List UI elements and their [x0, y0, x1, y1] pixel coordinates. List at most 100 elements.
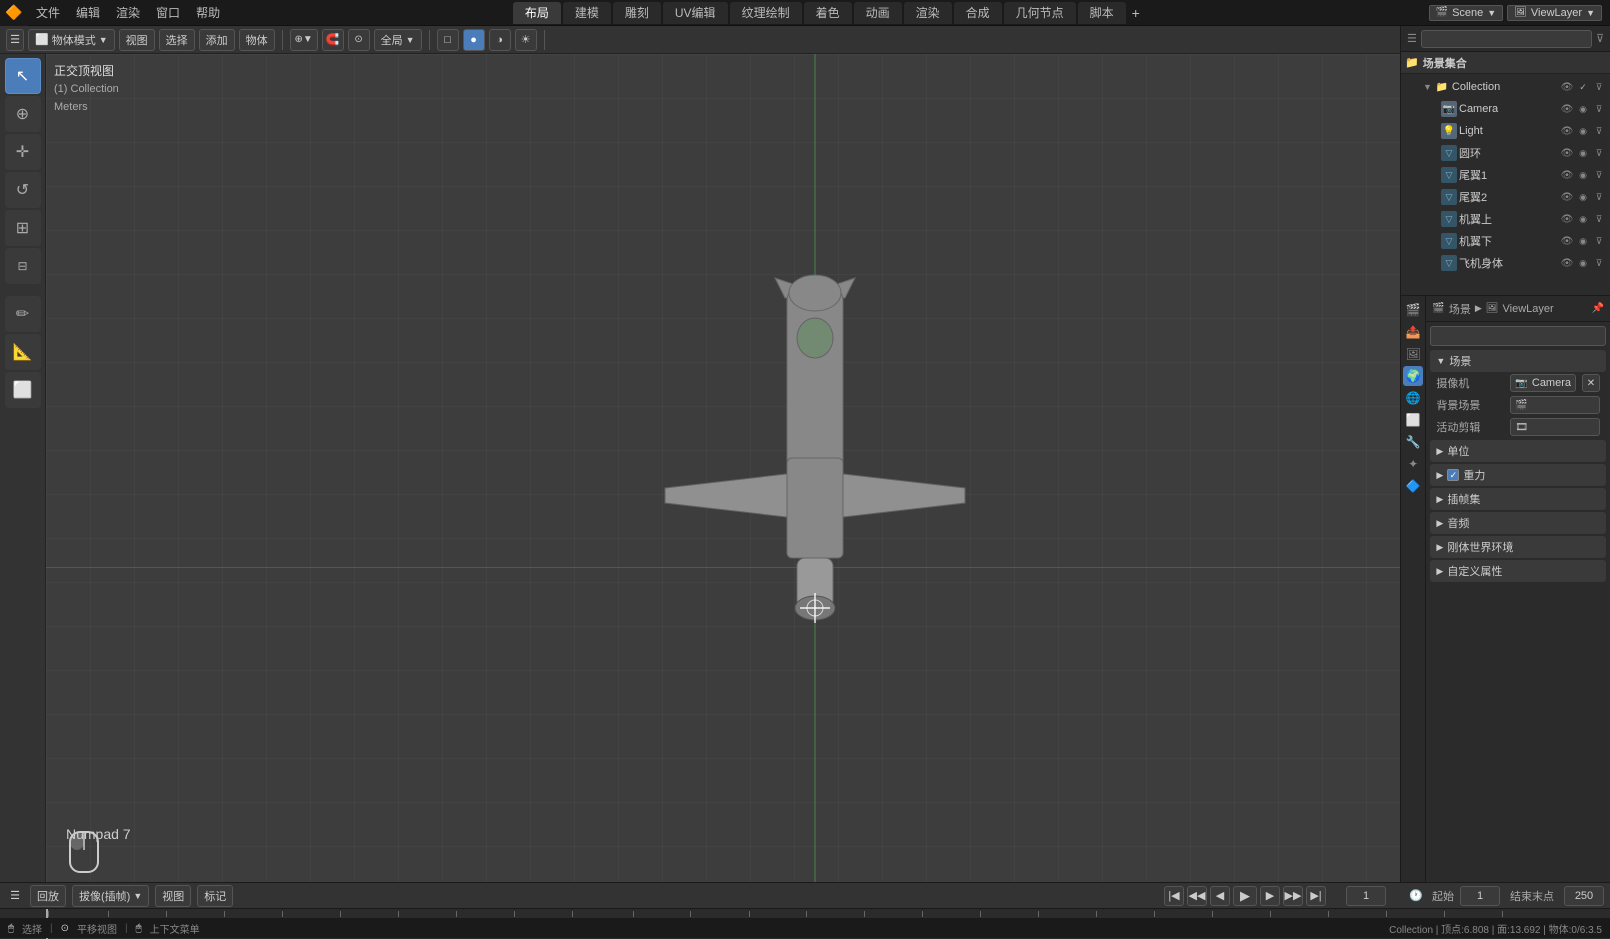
- tl-end-frame[interactable]: 250: [1564, 886, 1604, 906]
- collection-check[interactable]: ✓: [1576, 80, 1590, 94]
- wing2-eye[interactable]: 👁: [1560, 190, 1574, 204]
- menu-render[interactable]: 渲染: [108, 0, 148, 26]
- tl-view-btn[interactable]: 视图: [155, 885, 191, 907]
- tab-layout[interactable]: 布局: [513, 2, 561, 24]
- botwing-filter[interactable]: ⊽: [1592, 234, 1606, 248]
- menu-edit[interactable]: 编辑: [68, 0, 108, 26]
- tl-mark-btn[interactable]: 标记: [197, 885, 233, 907]
- outliner-collection[interactable]: ▼ 📁 Collection 👁 ✓ ⊽: [1401, 76, 1610, 98]
- cursor-tool[interactable]: ⊕: [5, 96, 41, 132]
- prop-output-icon[interactable]: 📤: [1403, 322, 1423, 342]
- collection-eye[interactable]: 👁: [1560, 80, 1574, 94]
- body-eye[interactable]: 👁: [1560, 256, 1574, 270]
- camera-prop-value[interactable]: 📷 Camera: [1510, 374, 1576, 392]
- bg-scene-value[interactable]: 🎬: [1510, 396, 1600, 414]
- body-filter[interactable]: ⊽: [1592, 256, 1606, 270]
- transform-pivot[interactable]: ⊕▼: [290, 29, 318, 51]
- camera-eye[interactable]: 👁: [1560, 102, 1574, 116]
- prop-render-icon[interactable]: 🎬: [1403, 300, 1423, 320]
- material-preview-btn[interactable]: ◑: [489, 29, 511, 51]
- outliner-wing1[interactable]: ▽ 尾翼1 👁 ◉ ⊽: [1401, 164, 1610, 186]
- outliner-circle[interactable]: ▽ 圆环 👁 ◉ ⊽: [1401, 142, 1610, 164]
- circle-filter[interactable]: ⊽: [1592, 146, 1606, 160]
- circle-select[interactable]: ◉: [1576, 146, 1590, 160]
- prop-particles-icon[interactable]: ✦: [1403, 454, 1423, 474]
- add-menu[interactable]: 添加: [199, 29, 235, 51]
- topwing-filter[interactable]: ⊽: [1592, 212, 1606, 226]
- prop-pin-icon[interactable]: 📌: [1592, 303, 1604, 314]
- tab-compositing[interactable]: 合成: [954, 2, 1002, 24]
- keyframes-section-header[interactable]: ▶ 插帧集: [1430, 488, 1606, 510]
- tl-next-key-btn[interactable]: ▶▶: [1283, 886, 1303, 906]
- tl-current-frame[interactable]: 1: [1346, 886, 1386, 906]
- tl-start-btn[interactable]: |◀: [1164, 886, 1184, 906]
- camera-select[interactable]: ◉: [1576, 102, 1590, 116]
- view-menu[interactable]: 视图: [119, 29, 155, 51]
- timeline-menu-btn[interactable]: ☰: [6, 885, 24, 907]
- prop-view-layer-icon[interactable]: 🖼: [1403, 344, 1423, 364]
- menu-window[interactable]: 窗口: [148, 0, 188, 26]
- tl-end-btn[interactable]: ▶|: [1306, 886, 1326, 906]
- light-filter[interactable]: ⊽: [1592, 124, 1606, 138]
- tab-animation[interactable]: 动画: [854, 2, 902, 24]
- tab-texture-paint[interactable]: 纹理绘制: [730, 2, 802, 24]
- outliner-search[interactable]: [1421, 30, 1592, 48]
- prop-object-icon[interactable]: ⬜: [1403, 410, 1423, 430]
- tab-geonodes[interactable]: 几何节点: [1004, 2, 1076, 24]
- move-tool[interactable]: ✛: [5, 134, 41, 170]
- gravity-section-header[interactable]: ▶ ✓ 重力: [1430, 464, 1606, 486]
- botwing-select[interactable]: ◉: [1576, 234, 1590, 248]
- rigidbody-section-header[interactable]: ▶ 刚体世界环境: [1430, 536, 1606, 558]
- prop-physics-icon[interactable]: 🔷: [1403, 476, 1423, 496]
- outliner-topwing[interactable]: ▽ 机翼上 👁 ◉ ⊽: [1401, 208, 1610, 230]
- custom-section-header[interactable]: ▶ 自定义属性: [1430, 560, 1606, 582]
- gravity-checkbox[interactable]: ✓: [1447, 469, 1459, 481]
- outliner-wing2[interactable]: ▽ 尾翼2 👁 ◉ ⊽: [1401, 186, 1610, 208]
- interpolate-btn[interactable]: 拔像(插帧) ▼: [72, 885, 149, 907]
- solid-btn[interactable]: ●: [463, 29, 485, 51]
- mode-selector[interactable]: ⬜ 物体模式 ▼: [28, 29, 115, 51]
- camera-filter[interactable]: ⊽: [1592, 102, 1606, 116]
- viewlayer-selector[interactable]: 🖼 ViewLayer ▼: [1507, 5, 1602, 21]
- topwing-eye[interactable]: 👁: [1560, 212, 1574, 226]
- scene-selector[interactable]: 🎬 Scene ▼: [1429, 5, 1504, 21]
- snap-toggle[interactable]: 🧲: [322, 29, 344, 51]
- prop-world-icon[interactable]: 🌐: [1403, 388, 1423, 408]
- tab-sculpt[interactable]: 雕刻: [613, 2, 661, 24]
- prop-search[interactable]: [1430, 326, 1606, 346]
- tab-shading[interactable]: 着色: [804, 2, 852, 24]
- tab-scripting[interactable]: 脚本: [1078, 2, 1126, 24]
- audio-section-header[interactable]: ▶ 音频: [1430, 512, 1606, 534]
- active-clip-value[interactable]: 🎞: [1510, 418, 1600, 436]
- transform-tool[interactable]: ⊟: [5, 248, 41, 284]
- select-menu[interactable]: 选择: [159, 29, 195, 51]
- outliner-camera[interactable]: 📷 Camera 👁 ◉ ⊽: [1401, 98, 1610, 120]
- tl-prev-frame-btn[interactable]: ◀: [1210, 886, 1230, 906]
- menu-help[interactable]: 帮助: [188, 0, 228, 26]
- collection-filter[interactable]: ⊽: [1592, 80, 1606, 94]
- units-section-header[interactable]: ▶ 单位: [1430, 440, 1606, 462]
- viewport[interactable]: 正交顶视图 (1) Collection Meters Y X Z: [46, 54, 1584, 882]
- annotate-tool[interactable]: ✏: [5, 296, 41, 332]
- scale-tool[interactable]: ⊞: [5, 210, 41, 246]
- wing2-filter[interactable]: ⊽: [1592, 190, 1606, 204]
- tl-play-btn[interactable]: ▶: [1233, 886, 1257, 906]
- wireframe-btn[interactable]: □: [437, 29, 459, 51]
- outliner-light[interactable]: 💡 Light 👁 ◉ ⊽: [1401, 120, 1610, 142]
- measure-tool[interactable]: 📐: [5, 334, 41, 370]
- prop-scene-icon[interactable]: 🌍: [1403, 366, 1423, 386]
- outliner-body[interactable]: ▽ 飞机身体 👁 ◉ ⊽: [1401, 252, 1610, 274]
- rotate-tool[interactable]: ↺: [5, 172, 41, 208]
- tl-prev-key-btn[interactable]: ◀◀: [1187, 886, 1207, 906]
- scene-section-header[interactable]: ▼ 场景: [1430, 350, 1606, 372]
- proportional-edit[interactable]: ⊙: [348, 29, 370, 51]
- add-workspace-btn[interactable]: +: [1128, 0, 1144, 26]
- header-menu-btn[interactable]: ☰: [6, 29, 24, 51]
- object-menu[interactable]: 物体: [239, 29, 275, 51]
- circle-eye[interactable]: 👁: [1560, 146, 1574, 160]
- wing1-select[interactable]: ◉: [1576, 168, 1590, 182]
- botwing-eye[interactable]: 👁: [1560, 234, 1574, 248]
- tl-next-frame-btn[interactable]: ▶: [1260, 886, 1280, 906]
- tl-start-frame[interactable]: 1: [1460, 886, 1500, 906]
- body-select[interactable]: ◉: [1576, 256, 1590, 270]
